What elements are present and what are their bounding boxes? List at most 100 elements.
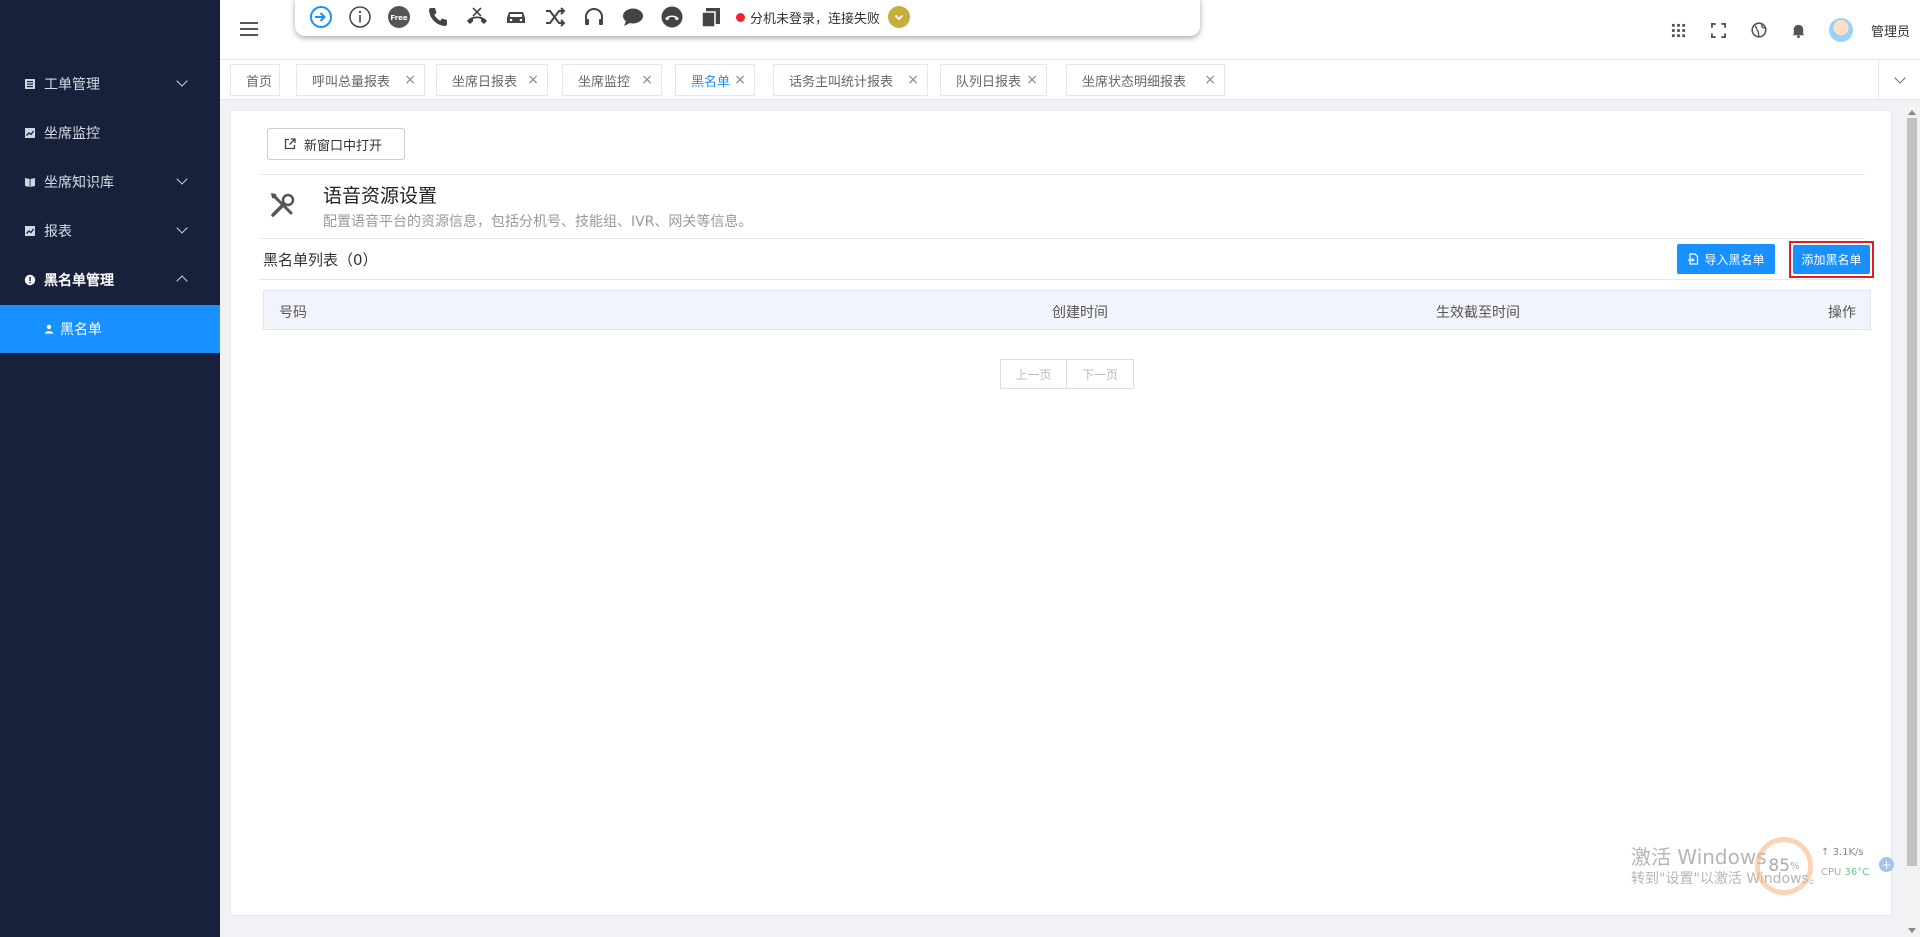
tab-home[interactable]: 首页 (230, 64, 280, 96)
network-speed-value: 3.1K/s (1832, 847, 1864, 858)
user-icon (44, 324, 54, 334)
copy-icon[interactable] (698, 4, 724, 30)
close-icon[interactable]: × (734, 72, 746, 88)
sidebar-item-label: 黑名单管理 (44, 273, 114, 289)
status-indicator (736, 12, 745, 22)
list-icon (25, 79, 35, 89)
main-panel: 新窗口中打开 语音资源设置 配置语音平台的资源信息，包括分机号、技能组、IVR、… (230, 110, 1892, 916)
open-new-window-label: 新窗口中打开 (304, 138, 383, 154)
divider (259, 238, 1865, 239)
tab-dropdown-button[interactable] (1878, 60, 1920, 100)
chart-icon (25, 226, 35, 236)
close-icon[interactable]: × (527, 72, 539, 88)
plus-icon[interactable]: + (1879, 857, 1894, 872)
chevron-down-icon (1893, 72, 1906, 84)
car-icon[interactable] (503, 4, 529, 30)
tab-agent-status-detail-report[interactable]: 坐席状态明细报表 × (1066, 64, 1225, 96)
chart-icon (25, 128, 35, 138)
top-header: Free 分机未登录，连接失败 管理员 (220, 0, 1920, 60)
sidebar-item-blacklist-management[interactable]: 黑名单管理 (0, 256, 220, 304)
sidebar: 工单管理 坐席监控 坐席知识库 报表 黑名单管理 黑名单 (0, 0, 220, 937)
chevron-up-icon (176, 275, 188, 287)
header-actions: 管理员 (1669, 0, 1920, 60)
free-status-icon[interactable]: Free (386, 4, 412, 30)
apps-grid-icon[interactable] (1669, 20, 1689, 40)
avatar[interactable] (1828, 18, 1853, 42)
close-icon[interactable]: × (641, 72, 653, 88)
page-description: 配置语音平台的资源信息，包括分机号、技能组、IVR、网关等信息。 (323, 214, 753, 230)
chevron-down-icon (176, 75, 188, 87)
sidebar-item-knowledge-base[interactable]: 坐席知识库 (0, 158, 220, 206)
cpu-temp-value: 36°C (1844, 867, 1870, 878)
next-page-button[interactable]: 下一页 (1067, 359, 1134, 389)
import-blacklist-label: 导入黑名单 (1704, 252, 1765, 267)
sidebar-item-agent-monitor[interactable]: 坐席监控 (0, 109, 220, 157)
transfer-icon[interactable] (542, 4, 568, 30)
tab-label: 首页 (246, 74, 273, 90)
close-icon[interactable]: × (404, 72, 416, 88)
close-icon[interactable]: × (1026, 72, 1038, 88)
memory-usage-ring: 85% (1755, 837, 1813, 895)
tab-label: 坐席日报表 (452, 74, 518, 90)
divider (259, 174, 1865, 175)
status-dropdown-icon[interactable] (888, 6, 911, 28)
sidebar-item-label: 坐席知识库 (44, 175, 114, 191)
sidebar-item-label: 坐席监控 (44, 126, 100, 142)
blacklist-list-title: 黑名单列表（0） (263, 251, 378, 269)
sidebar-item-label: 黑名单 (60, 322, 102, 338)
softphone-toolbar: Free 分机未登录，连接失败 (295, 0, 1200, 36)
sidebar-item-label: 报表 (44, 224, 72, 240)
scroll-down-icon[interactable] (1908, 928, 1916, 933)
sidebar-item-blacklist[interactable]: 黑名单 (0, 305, 220, 353)
tab-agent-monitor[interactable]: 坐席监控 × (562, 64, 662, 96)
column-header-created-time: 创建时间 (1052, 305, 1108, 321)
globe-icon[interactable] (1749, 20, 1769, 40)
hangup-icon[interactable] (464, 4, 490, 30)
tab-label: 呼叫总量报表 (312, 74, 391, 90)
network-speed: ↑ 3.1K/s (1821, 847, 1864, 858)
system-monitor-widget[interactable]: 85% ↑ 3.1K/s CPU 36°C + (1755, 837, 1895, 895)
headset-icon[interactable] (581, 4, 607, 30)
prev-page-button[interactable]: 上一页 (1000, 359, 1067, 389)
pagination: 上一页 下一页 (1000, 359, 1134, 389)
fullscreen-icon[interactable] (1709, 20, 1729, 40)
sign-in-icon[interactable] (308, 4, 334, 30)
tab-queue-daily-report[interactable]: 队列日报表 × (940, 64, 1047, 96)
add-blacklist-highlight: 添加黑名单 (1789, 241, 1874, 278)
bell-icon[interactable] (1789, 20, 1809, 40)
svg-text:Free: Free (390, 14, 408, 22)
phone-icon[interactable] (425, 4, 451, 30)
open-new-window-button[interactable]: 新窗口中打开 (267, 128, 405, 160)
sidebar-item-reports[interactable]: 报表 (0, 207, 220, 255)
close-icon[interactable]: × (1204, 72, 1216, 88)
scrollbar-thumb[interactable] (1907, 118, 1917, 866)
chat-icon[interactable] (620, 4, 646, 30)
end-call-icon[interactable] (659, 4, 685, 30)
scroll-up-icon[interactable] (1908, 110, 1916, 115)
user-name[interactable]: 管理员 (1871, 21, 1910, 40)
connection-status-text: 分机未登录，连接失败 (750, 11, 881, 27)
tab-label: 队列日报表 (956, 74, 1022, 90)
add-blacklist-button[interactable]: 添加黑名单 (1793, 245, 1870, 274)
close-icon[interactable]: × (907, 72, 919, 88)
cpu-label: CPU (1821, 867, 1842, 878)
tab-call-volume-report[interactable]: 呼叫总量报表 × (296, 64, 425, 96)
info-icon[interactable] (347, 4, 373, 30)
tab-agent-daily-report[interactable]: 坐席日报表 × (436, 64, 548, 96)
tools-icon (271, 193, 295, 217)
column-header-actions: 操作 (1828, 305, 1856, 321)
tab-label: 话务主叫统计报表 (789, 74, 894, 90)
cpu-temperature: CPU 36°C (1821, 867, 1869, 878)
vertical-scrollbar[interactable] (1904, 110, 1920, 937)
external-link-icon (284, 138, 296, 150)
menu-collapse-icon[interactable] (240, 22, 258, 38)
tab-blacklist[interactable]: 黑名单 × (675, 64, 755, 96)
tab-caller-statistics-report[interactable]: 话务主叫统计报表 × (773, 64, 928, 96)
sidebar-item-label: 工单管理 (44, 77, 100, 93)
sidebar-item-ticket-management[interactable]: 工单管理 (0, 60, 220, 108)
chevron-down-icon (176, 222, 188, 234)
memory-percent-unit: % (1790, 860, 1800, 872)
column-header-number: 号码 (279, 305, 307, 321)
windows-activation-watermark: 激活 Windows (1631, 845, 1767, 869)
import-blacklist-button[interactable]: 导入黑名单 (1677, 244, 1775, 274)
